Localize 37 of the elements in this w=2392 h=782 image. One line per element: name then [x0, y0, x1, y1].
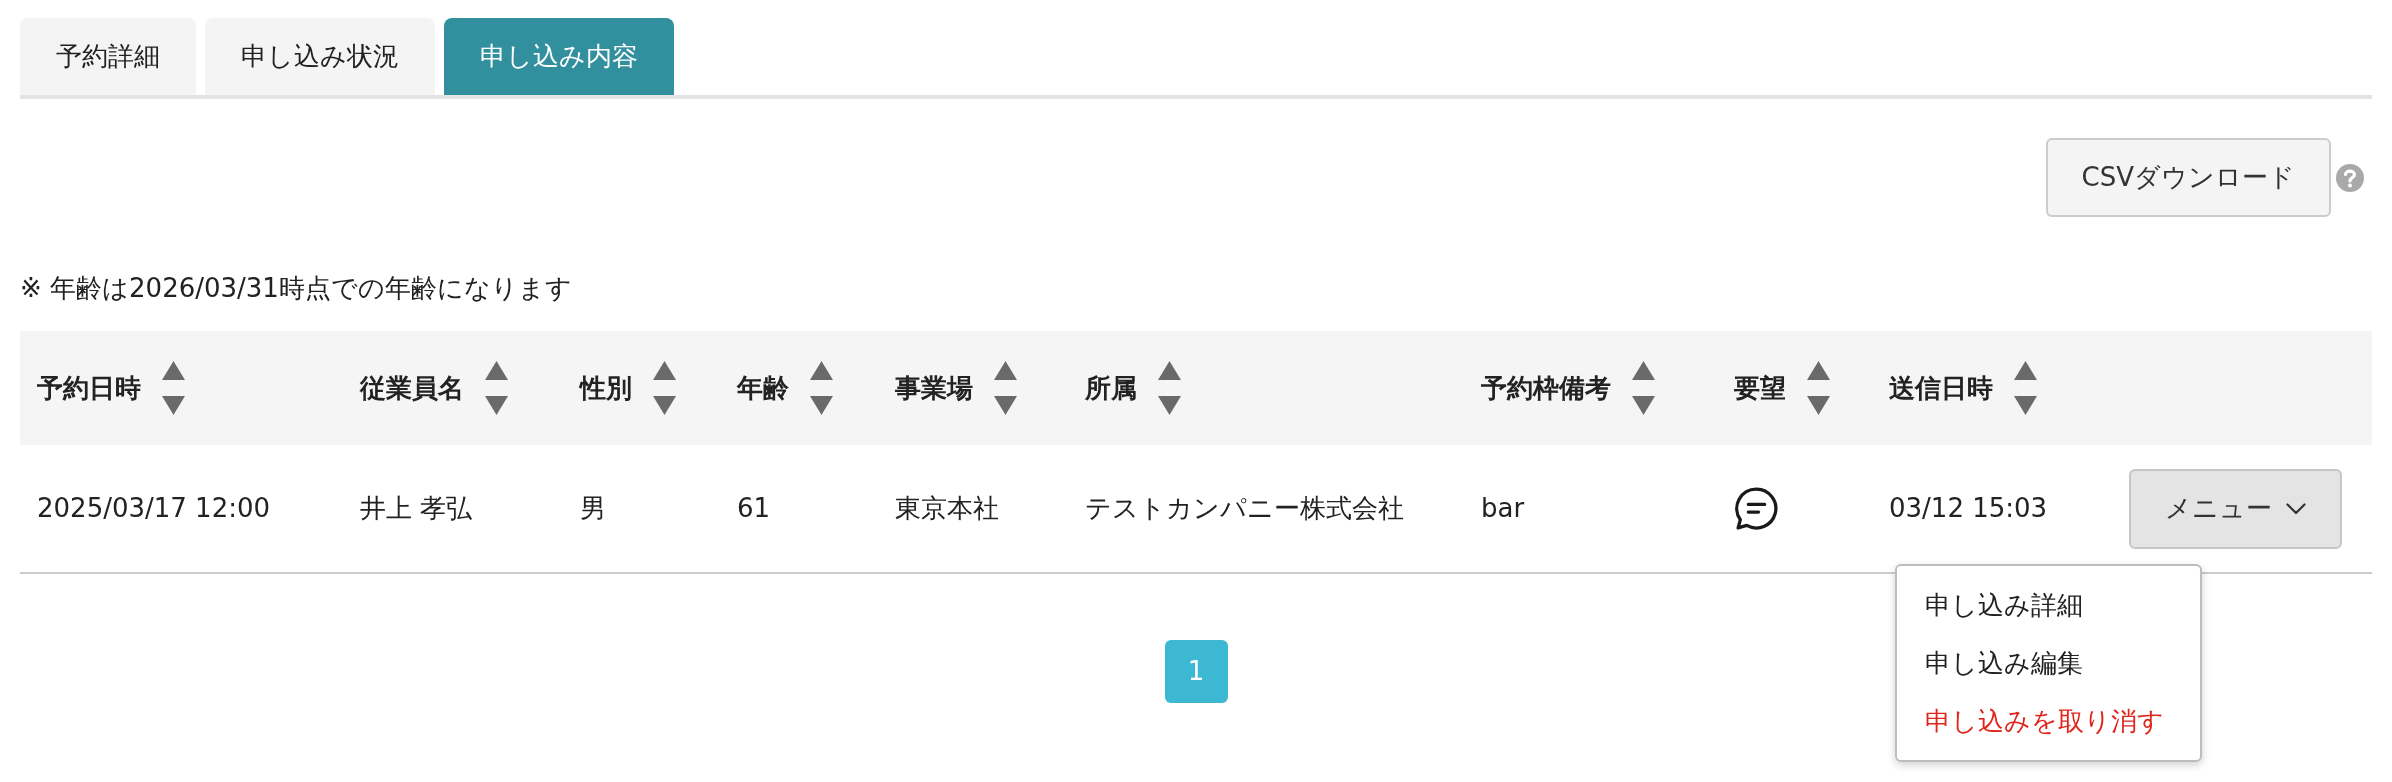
tab[interactable]: 申し込み状況: [205, 18, 435, 95]
sort-icon[interactable]: [485, 361, 508, 415]
table-cell-text: テストカンパニー株式会社: [1085, 492, 1404, 525]
csv-download-button[interactable]: CSVダウンロード: [2045, 138, 2331, 217]
sort-icon[interactable]: [162, 361, 185, 415]
menu-item[interactable]: 申し込みを取り消す: [1897, 691, 2200, 750]
sort-icon[interactable]: [1807, 361, 1830, 415]
sort-icon[interactable]: [2014, 361, 2037, 415]
column-header[interactable]: 所属: [1085, 368, 1137, 408]
table-cell-text: 61: [737, 492, 771, 525]
age-note: ※ 年齢は2026/03/31時点での年齢になります: [20, 272, 572, 305]
table-cell-text: 男: [580, 492, 606, 525]
column-header[interactable]: 予約枠備考: [1481, 368, 1611, 408]
column-header[interactable]: 性別: [580, 368, 632, 408]
table-cell-text: 2025/03/17 12:00: [37, 492, 271, 525]
column-header[interactable]: 年齢: [737, 368, 789, 408]
tab[interactable]: 申し込み内容: [444, 18, 674, 95]
sort-icon[interactable]: [1158, 361, 1181, 415]
table-cell-text: 03/12 15:03: [1889, 492, 2048, 525]
column-header[interactable]: 送信日時: [1889, 368, 1993, 408]
column-header[interactable]: 要望: [1734, 368, 1786, 408]
sort-icon[interactable]: [994, 361, 1017, 415]
sort-icon[interactable]: [810, 361, 833, 415]
column-header[interactable]: 予約日時: [37, 368, 141, 408]
menu-item[interactable]: 申し込み編集: [1897, 633, 2200, 692]
tab[interactable]: 予約詳細: [20, 18, 196, 95]
menu-button[interactable]: メニュー: [2129, 468, 2342, 549]
sort-icon[interactable]: [653, 361, 676, 415]
table-cell-text: bar: [1481, 492, 1525, 525]
menu-item[interactable]: 申し込み詳細: [1897, 575, 2200, 634]
speech-bubble-icon[interactable]: [1734, 486, 1779, 531]
sort-icon[interactable]: [1632, 361, 1655, 415]
table-cell-text: 井上 孝弘: [360, 492, 473, 525]
column-header[interactable]: 従業員名: [360, 368, 464, 408]
table-cell-text: 東京本社: [895, 492, 999, 525]
column-header[interactable]: 事業場: [895, 368, 973, 408]
chevron-down-icon: [2286, 502, 2306, 515]
